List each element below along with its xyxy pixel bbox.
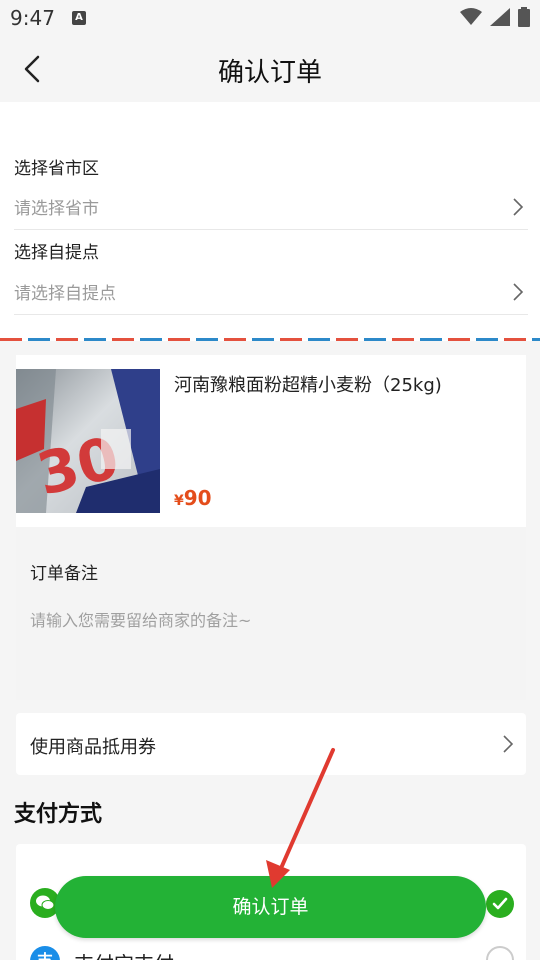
divider — [14, 314, 528, 315]
address-card: 选择省市区 请选择省市 选择自提点 请选择自提点 — [0, 102, 540, 340]
status-time: 9:47 — [10, 6, 55, 30]
confirm-order-button[interactable]: 确认订单 — [55, 876, 486, 938]
product-image: 30 — [16, 369, 160, 513]
divider — [14, 229, 528, 230]
order-note-card: 订单备注 请输入您需要留给商家的备注~ — [16, 527, 526, 700]
wifi-icon — [460, 8, 482, 25]
product-name: 河南豫粮面粉超精小麦粉（25kg) — [174, 375, 442, 396]
product-card: 30 河南豫粮面粉超精小麦粉（25kg) ¥90 — [16, 355, 526, 527]
chevron-right-icon — [513, 283, 524, 301]
chevron-right-icon — [513, 198, 524, 216]
alipay-radio[interactable] — [486, 946, 514, 960]
envelope-stripe-divider — [0, 338, 540, 341]
alipay-label[interactable]: 支付宝支付 — [74, 948, 174, 960]
status-bar: 9:47 A — [0, 0, 540, 36]
coupon-label: 使用商品抵用券 — [30, 737, 156, 758]
pickup-select[interactable]: 请选择自提点 — [14, 279, 528, 309]
nav-bar: 确认订单 — [0, 36, 540, 102]
status-icons — [460, 7, 530, 27]
alipay-icon[interactable]: 支 — [30, 946, 60, 960]
payment-section-title: 支付方式 — [14, 802, 103, 827]
page-title: 确认订单 — [217, 58, 322, 88]
signal-icon — [490, 8, 510, 26]
pickup-label: 选择自提点 — [14, 243, 99, 263]
currency-symbol: ¥ — [174, 493, 184, 509]
order-note-input[interactable]: 请输入您需要留给商家的备注~ — [30, 607, 512, 631]
chevron-right-icon — [503, 735, 514, 753]
notification-badge-icon: A — [72, 11, 86, 25]
region-select[interactable]: 请选择省市 — [14, 194, 528, 224]
pickup-placeholder: 请选择自提点 — [14, 284, 116, 304]
battery-icon — [518, 7, 530, 27]
wechat-selected-check-icon[interactable] — [486, 890, 514, 918]
region-placeholder: 请选择省市 — [14, 199, 99, 219]
order-note-label: 订单备注 — [30, 564, 98, 584]
product-price: ¥90 — [174, 486, 212, 510]
price-value: 90 — [183, 486, 212, 510]
region-label: 选择省市区 — [14, 159, 99, 179]
coupon-row[interactable]: 使用商品抵用券 — [16, 713, 526, 775]
